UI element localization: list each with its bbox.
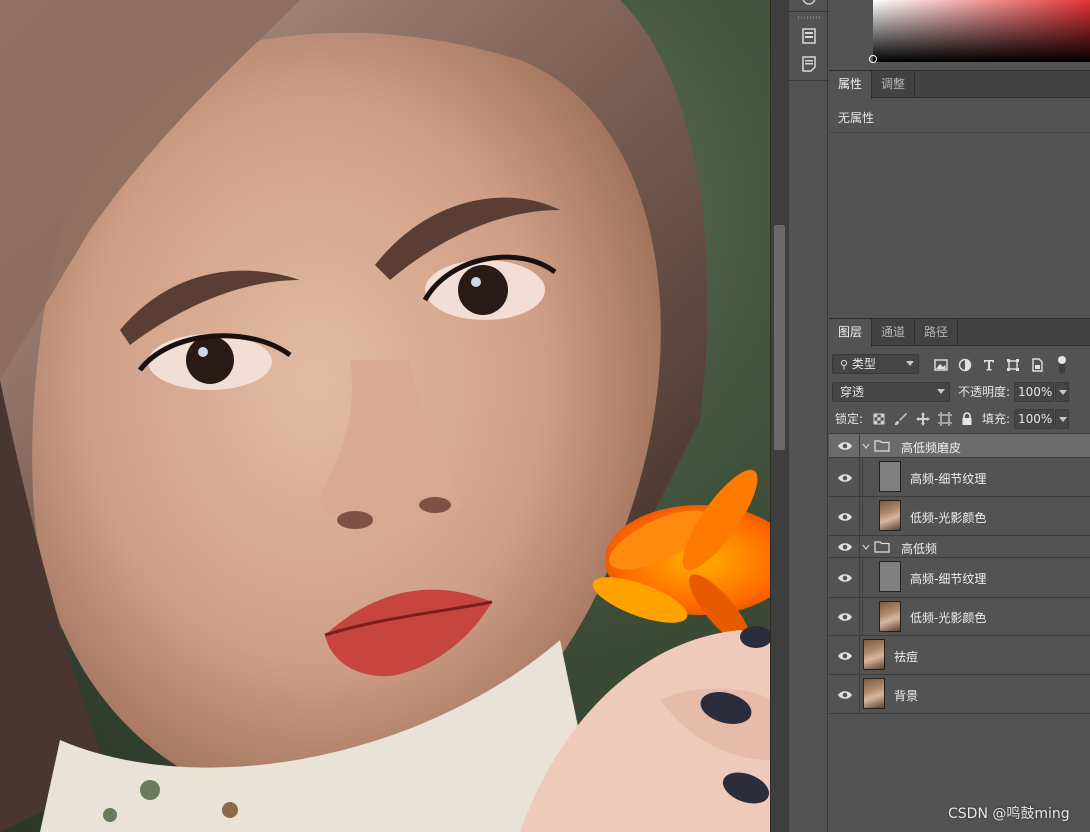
folder-icon bbox=[874, 440, 890, 452]
filter-shape-icon[interactable] bbox=[1005, 357, 1021, 373]
color-picker-field[interactable] bbox=[869, 0, 1090, 63]
fill-label: 填充: bbox=[982, 412, 1011, 426]
layer-group-row[interactable]: 高低频 bbox=[829, 536, 1090, 558]
visibility-eye-icon[interactable] bbox=[837, 611, 853, 623]
layer-row[interactable]: 祛痘 bbox=[829, 636, 1090, 675]
layer-group-row[interactable]: 高低频磨皮 bbox=[829, 434, 1090, 458]
layer-name: 背景 bbox=[894, 689, 919, 703]
visibility-eye-icon[interactable] bbox=[837, 650, 853, 662]
tab-channels[interactable]: 通道 bbox=[872, 319, 916, 346]
layer-name: 高低频磨皮 bbox=[901, 441, 962, 455]
tab-adjustments[interactable]: 调整 bbox=[872, 71, 916, 98]
layer-name: 祛痘 bbox=[894, 650, 919, 664]
layer-thumbnail bbox=[879, 601, 901, 632]
right-panel-dock: 属性 调整 无属性 图层 通道 路径 ⚲ 类型 穿透 不透明度: 100% 锁定… bbox=[829, 0, 1090, 832]
tab-paths[interactable]: 路径 bbox=[915, 319, 959, 346]
chevron-down-icon bbox=[937, 389, 945, 394]
notes-icon[interactable] bbox=[801, 56, 817, 72]
tab-layers[interactable]: 图层 bbox=[829, 319, 873, 347]
visibility-eye-icon[interactable] bbox=[837, 511, 853, 523]
blend-opacity-row: 穿透 不透明度: 100% bbox=[829, 379, 1090, 405]
scrollbar-thumb[interactable] bbox=[774, 225, 785, 450]
layer-row[interactable]: 背景 bbox=[829, 675, 1090, 714]
layer-thumbnail bbox=[863, 678, 885, 709]
chevron-down-icon bbox=[1059, 417, 1067, 422]
layer-name: 低频-光影颜色 bbox=[910, 611, 987, 625]
visibility-eye-icon[interactable] bbox=[837, 572, 853, 584]
document-canvas[interactable] bbox=[0, 0, 770, 832]
photoshop-window: 属性 调整 无属性 图层 通道 路径 ⚲ 类型 穿透 不透明度: 100% 锁定… bbox=[0, 0, 1090, 832]
filter-pixel-icon[interactable] bbox=[933, 357, 949, 373]
layer-row[interactable]: 低频-光影颜色 bbox=[829, 497, 1090, 536]
opacity-label: 不透明度: bbox=[958, 385, 1011, 399]
layer-name: 高频-细节纹理 bbox=[910, 472, 987, 486]
filter-smart-object-icon[interactable] bbox=[1029, 357, 1045, 373]
layer-name: 高低频 bbox=[901, 542, 938, 556]
lock-fill-row: 锁定: 填充: 100% bbox=[829, 406, 1090, 432]
filter-kind-value: 类型 bbox=[851, 357, 876, 371]
layer-name: 高频-细节纹理 bbox=[910, 572, 987, 586]
opacity-input[interactable]: 100% bbox=[1014, 382, 1054, 402]
blend-mode-value: 穿透 bbox=[840, 385, 865, 399]
layer-name: 低频-光影颜色 bbox=[910, 511, 987, 525]
layer-row[interactable]: 低频-光影颜色 bbox=[829, 598, 1090, 636]
visibility-eye-icon[interactable] bbox=[837, 472, 853, 484]
filter-adjustment-icon[interactable] bbox=[957, 357, 973, 373]
lock-label: 锁定: bbox=[835, 412, 864, 426]
blend-mode-select[interactable]: 穿透 bbox=[832, 382, 950, 402]
layers-tabbar: 图层 通道 路径 bbox=[829, 318, 1090, 347]
no-properties-text: 无属性 bbox=[838, 111, 875, 125]
opacity-dropdown-button[interactable] bbox=[1055, 382, 1069, 402]
layer-thumbnail bbox=[879, 561, 901, 592]
layer-filter-row: ⚲ 类型 bbox=[829, 352, 1090, 378]
layer-thumbnail bbox=[879, 461, 901, 492]
filter-type-icon[interactable] bbox=[981, 357, 997, 373]
layer-row[interactable]: 高频-细节纹理 bbox=[829, 458, 1090, 497]
lock-transparent-pixels-icon[interactable] bbox=[871, 411, 887, 427]
chevron-down-icon bbox=[906, 361, 914, 366]
lock-all-icon[interactable] bbox=[959, 411, 975, 427]
layer-thumbnail bbox=[863, 639, 885, 670]
filter-toggle-switch[interactable] bbox=[1057, 355, 1067, 375]
portrait-photo-icon bbox=[0, 0, 770, 832]
color-picker-cursor[interactable] bbox=[869, 55, 877, 63]
tab-properties[interactable]: 属性 bbox=[829, 71, 873, 99]
visibility-eye-icon[interactable] bbox=[837, 541, 853, 553]
properties-panel-body: 无属性 bbox=[829, 99, 1090, 317]
layer-filter-kind-select[interactable]: ⚲ 类型 bbox=[832, 354, 919, 374]
color-panel bbox=[829, 0, 1090, 68]
folder-icon bbox=[874, 541, 890, 553]
chevron-down-icon[interactable] bbox=[862, 543, 870, 551]
properties-tabbar: 属性 调整 bbox=[829, 70, 1090, 99]
strip-grip-handle[interactable] bbox=[798, 16, 820, 19]
search-icon: ⚲ bbox=[840, 358, 849, 371]
visibility-eye-icon[interactable] bbox=[837, 689, 853, 701]
fill-dropdown-button[interactable] bbox=[1055, 409, 1069, 429]
chevron-down-icon[interactable] bbox=[862, 442, 870, 450]
visibility-eye-icon[interactable] bbox=[837, 440, 853, 452]
layer-thumbnail bbox=[879, 500, 901, 531]
chevron-down-icon bbox=[1059, 390, 1067, 395]
lock-image-pixels-icon[interactable] bbox=[893, 411, 909, 427]
layer-row[interactable]: 高频-细节纹理 bbox=[829, 558, 1090, 598]
watermark-text: CSDN @鸣鼓ming bbox=[948, 806, 1070, 822]
canvas-vertical-scrollbar[interactable] bbox=[770, 0, 788, 832]
fill-input[interactable]: 100% bbox=[1014, 409, 1054, 429]
panel-icon-strip bbox=[788, 0, 829, 832]
history-icon[interactable] bbox=[801, 0, 817, 6]
libraries-icon[interactable] bbox=[801, 28, 817, 44]
lock-position-icon[interactable] bbox=[915, 411, 931, 427]
lock-artboard-icon[interactable] bbox=[937, 411, 953, 427]
